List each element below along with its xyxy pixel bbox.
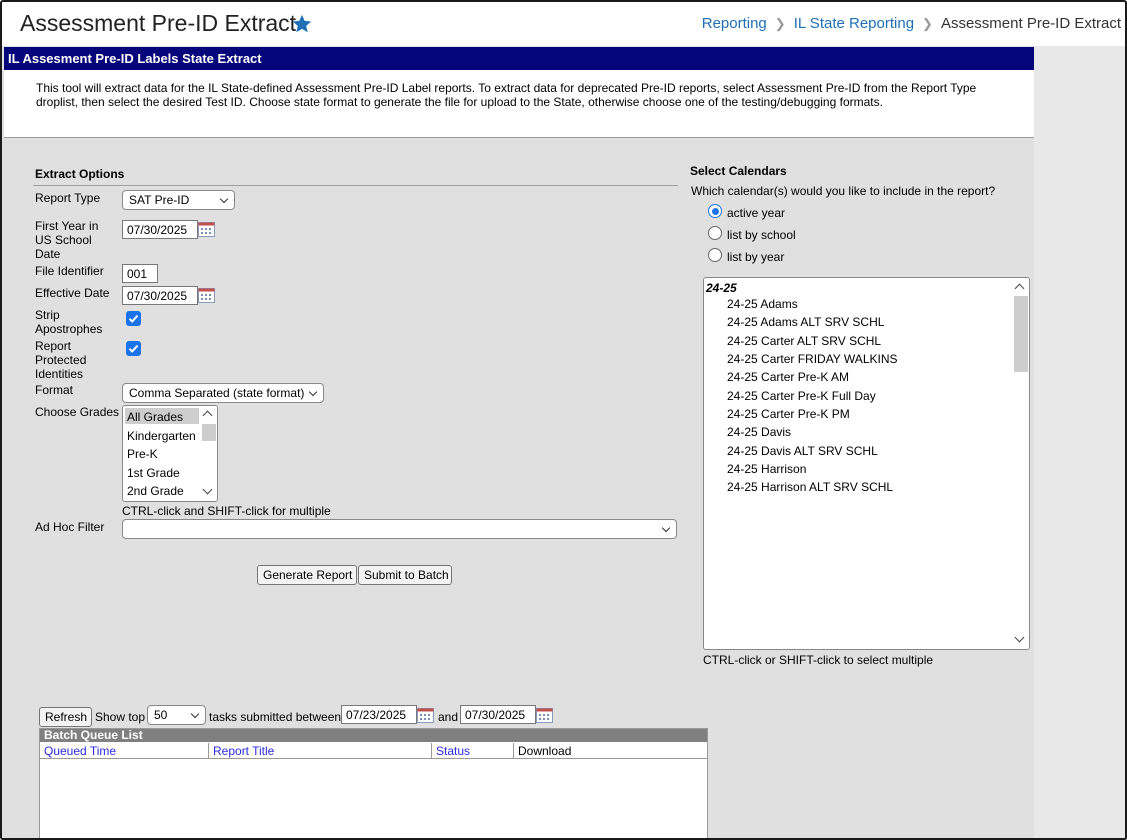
calendar-option[interactable]: 24-25 Carter Pre-K Full Day bbox=[727, 389, 876, 403]
effective-date-input[interactable]: 07/30/2025 bbox=[122, 286, 198, 305]
calendar-option[interactable]: 24-25 Adams bbox=[727, 297, 798, 311]
format-select[interactable]: Comma Separated (state format) bbox=[122, 383, 324, 403]
report-type-label: Report Type bbox=[35, 191, 101, 205]
strip-apostrophes-checkbox[interactable] bbox=[126, 311, 141, 326]
batch-queue-list: Batch Queue List Queued Time Report Titl… bbox=[39, 728, 708, 838]
app-window: Assessment Pre-ID Extract Reporting ❯ IL S… bbox=[0, 0, 1127, 840]
calendars-question: Which calendar(s) would you like to incl… bbox=[691, 184, 996, 198]
select-calendars-title: Select Calendars bbox=[690, 164, 787, 178]
grades-listbox[interactable]: All Grades Kindergarten Pre-K 1st Grade … bbox=[122, 405, 218, 502]
chevron-down-icon bbox=[190, 709, 200, 719]
and-label: and bbox=[438, 710, 459, 724]
breadcrumb-current: Assessment Pre-ID Extract bbox=[940, 15, 1121, 32]
radio-list-by-year[interactable] bbox=[708, 248, 722, 262]
radio-list-by-school-label: list by school bbox=[727, 228, 796, 242]
calendar-option[interactable]: 24-25 Harrison ALT SRV SCHL bbox=[727, 480, 893, 494]
grade-option[interactable]: Kindergarten bbox=[127, 429, 196, 443]
batch-queue-title: Batch Queue List bbox=[40, 729, 707, 742]
scroll-thumb[interactable] bbox=[1014, 296, 1028, 372]
calendar-option[interactable]: 24-25 Davis bbox=[727, 425, 791, 439]
report-protected-checkbox[interactable] bbox=[126, 341, 141, 356]
radio-list-by-year-label: list by year bbox=[727, 250, 785, 264]
report-protected-label: Report Protected Identities bbox=[35, 339, 87, 381]
chevron-down-icon bbox=[219, 194, 229, 204]
grade-option[interactable]: Pre-K bbox=[127, 447, 158, 461]
column-status[interactable]: Status bbox=[432, 743, 514, 759]
calendar-option[interactable]: 24-25 Carter FRIDAY WALKINS bbox=[727, 352, 898, 366]
calendar-option[interactable]: 24-25 Carter Pre-K PM bbox=[727, 407, 850, 421]
chevron-down-icon bbox=[661, 523, 671, 533]
column-download: Download bbox=[514, 743, 707, 759]
grade-option[interactable]: 2nd Grade bbox=[127, 484, 184, 498]
star-favorite-icon[interactable] bbox=[291, 13, 313, 35]
column-report-title[interactable]: Report Title bbox=[209, 743, 432, 759]
format-label: Format bbox=[35, 383, 74, 397]
radio-active-year[interactable] bbox=[708, 204, 722, 218]
scroll-down-icon[interactable] bbox=[1014, 632, 1025, 643]
format-value: Comma Separated (state format) bbox=[129, 386, 305, 400]
scroll-down-icon[interactable] bbox=[202, 484, 213, 495]
calendars-hint: CTRL-click or SHIFT-click to select mult… bbox=[703, 653, 934, 667]
divider bbox=[33, 185, 678, 186]
report-type-value: SAT Pre-ID bbox=[129, 193, 190, 207]
calendar-icon[interactable] bbox=[417, 708, 434, 723]
calendar-icon[interactable] bbox=[198, 288, 215, 303]
workspace: IL Assesment Pre-ID Labels State Extract… bbox=[2, 46, 1125, 838]
panel-description: This tool will extract data for the IL S… bbox=[4, 70, 1034, 138]
file-identifier-label: File Identifier bbox=[35, 264, 104, 278]
scroll-up-icon[interactable] bbox=[1014, 283, 1025, 294]
checkmark-icon bbox=[128, 314, 139, 323]
first-year-label: First Year in US School Date bbox=[35, 219, 99, 261]
refresh-button[interactable]: Refresh bbox=[39, 707, 92, 727]
between-label: tasks submitted between bbox=[209, 710, 342, 724]
calendar-icon[interactable] bbox=[536, 708, 553, 723]
scroll-thumb[interactable] bbox=[202, 424, 216, 441]
breadcrumb: Reporting ❯ IL State Reporting ❯ Assessment … bbox=[702, 15, 1121, 32]
scroll-up-icon[interactable] bbox=[202, 410, 213, 421]
page-title: Assessment Pre-ID Extract bbox=[20, 10, 297, 36]
batch-start-date-input[interactable]: 07/23/2025 bbox=[341, 705, 417, 724]
radio-active-year-label: active year bbox=[727, 206, 786, 220]
choose-grades-label: Choose Grades bbox=[35, 405, 120, 419]
show-top-select[interactable]: 50 bbox=[147, 705, 206, 725]
right-gutter bbox=[1034, 46, 1125, 838]
chevron-down-icon bbox=[308, 387, 318, 397]
chevron-right-icon: ❯ bbox=[922, 16, 933, 31]
adhoc-filter-label: Ad Hoc Filter bbox=[35, 520, 105, 534]
show-top-label: Show top bbox=[95, 710, 146, 724]
page-header: Assessment Pre-ID Extract Reporting ❯ IL S… bbox=[2, 2, 1125, 46]
effective-date-label: Effective Date bbox=[35, 286, 110, 300]
column-queued-time[interactable]: Queued Time bbox=[40, 743, 209, 759]
checkmark-icon bbox=[128, 344, 139, 353]
main-panel: IL Assesment Pre-ID Labels State Extract… bbox=[2, 46, 1034, 838]
breadcrumb-il-state-reporting[interactable]: IL State Reporting bbox=[794, 15, 914, 32]
grades-scrollbar[interactable] bbox=[200, 406, 217, 501]
calendar-listbox[interactable]: 24-25 24-25 Adams 24-25 Adams ALT SRV SC… bbox=[703, 277, 1030, 650]
report-type-select[interactable]: SAT Pre-ID bbox=[122, 190, 235, 210]
adhoc-filter-select[interactable] bbox=[122, 519, 677, 539]
extract-options-title: Extract Options bbox=[35, 167, 125, 181]
chevron-right-icon: ❯ bbox=[774, 16, 786, 31]
generate-report-button[interactable]: Generate Report bbox=[257, 565, 357, 585]
panel-heading: IL Assesment Pre-ID Labels State Extract bbox=[4, 47, 1034, 70]
first-year-date-input[interactable]: 07/30/2025 bbox=[122, 220, 198, 239]
batch-end-date-input[interactable]: 07/30/2025 bbox=[460, 705, 536, 724]
breadcrumb-reporting[interactable]: Reporting bbox=[702, 15, 767, 32]
calendar-option[interactable]: 24-25 Harrison bbox=[727, 462, 806, 476]
calendar-group-label: 24-25 bbox=[706, 281, 737, 295]
calendar-option[interactable]: 24-25 Adams ALT SRV SCHL bbox=[727, 315, 884, 329]
calendar-icon[interactable] bbox=[198, 222, 215, 237]
submit-to-batch-button[interactable]: Submit to Batch bbox=[358, 565, 452, 585]
radio-list-by-school[interactable] bbox=[708, 226, 722, 240]
show-top-value: 50 bbox=[154, 708, 168, 722]
file-identifier-input[interactable]: 001 bbox=[122, 264, 158, 283]
grades-hint: CTRL-click and SHIFT-click for multiple bbox=[122, 504, 331, 518]
calendar-scrollbar[interactable] bbox=[1012, 278, 1029, 649]
calendar-option[interactable]: 24-25 Carter ALT SRV SCHL bbox=[727, 334, 881, 348]
grade-option[interactable]: 1st Grade bbox=[127, 466, 180, 480]
calendar-option[interactable]: 24-25 Davis ALT SRV SCHL bbox=[727, 444, 878, 458]
grade-option[interactable]: All Grades bbox=[127, 410, 183, 424]
strip-apostrophes-label: Strip Apostrophes bbox=[35, 308, 103, 336]
calendar-option[interactable]: 24-25 Carter Pre-K AM bbox=[727, 370, 849, 384]
